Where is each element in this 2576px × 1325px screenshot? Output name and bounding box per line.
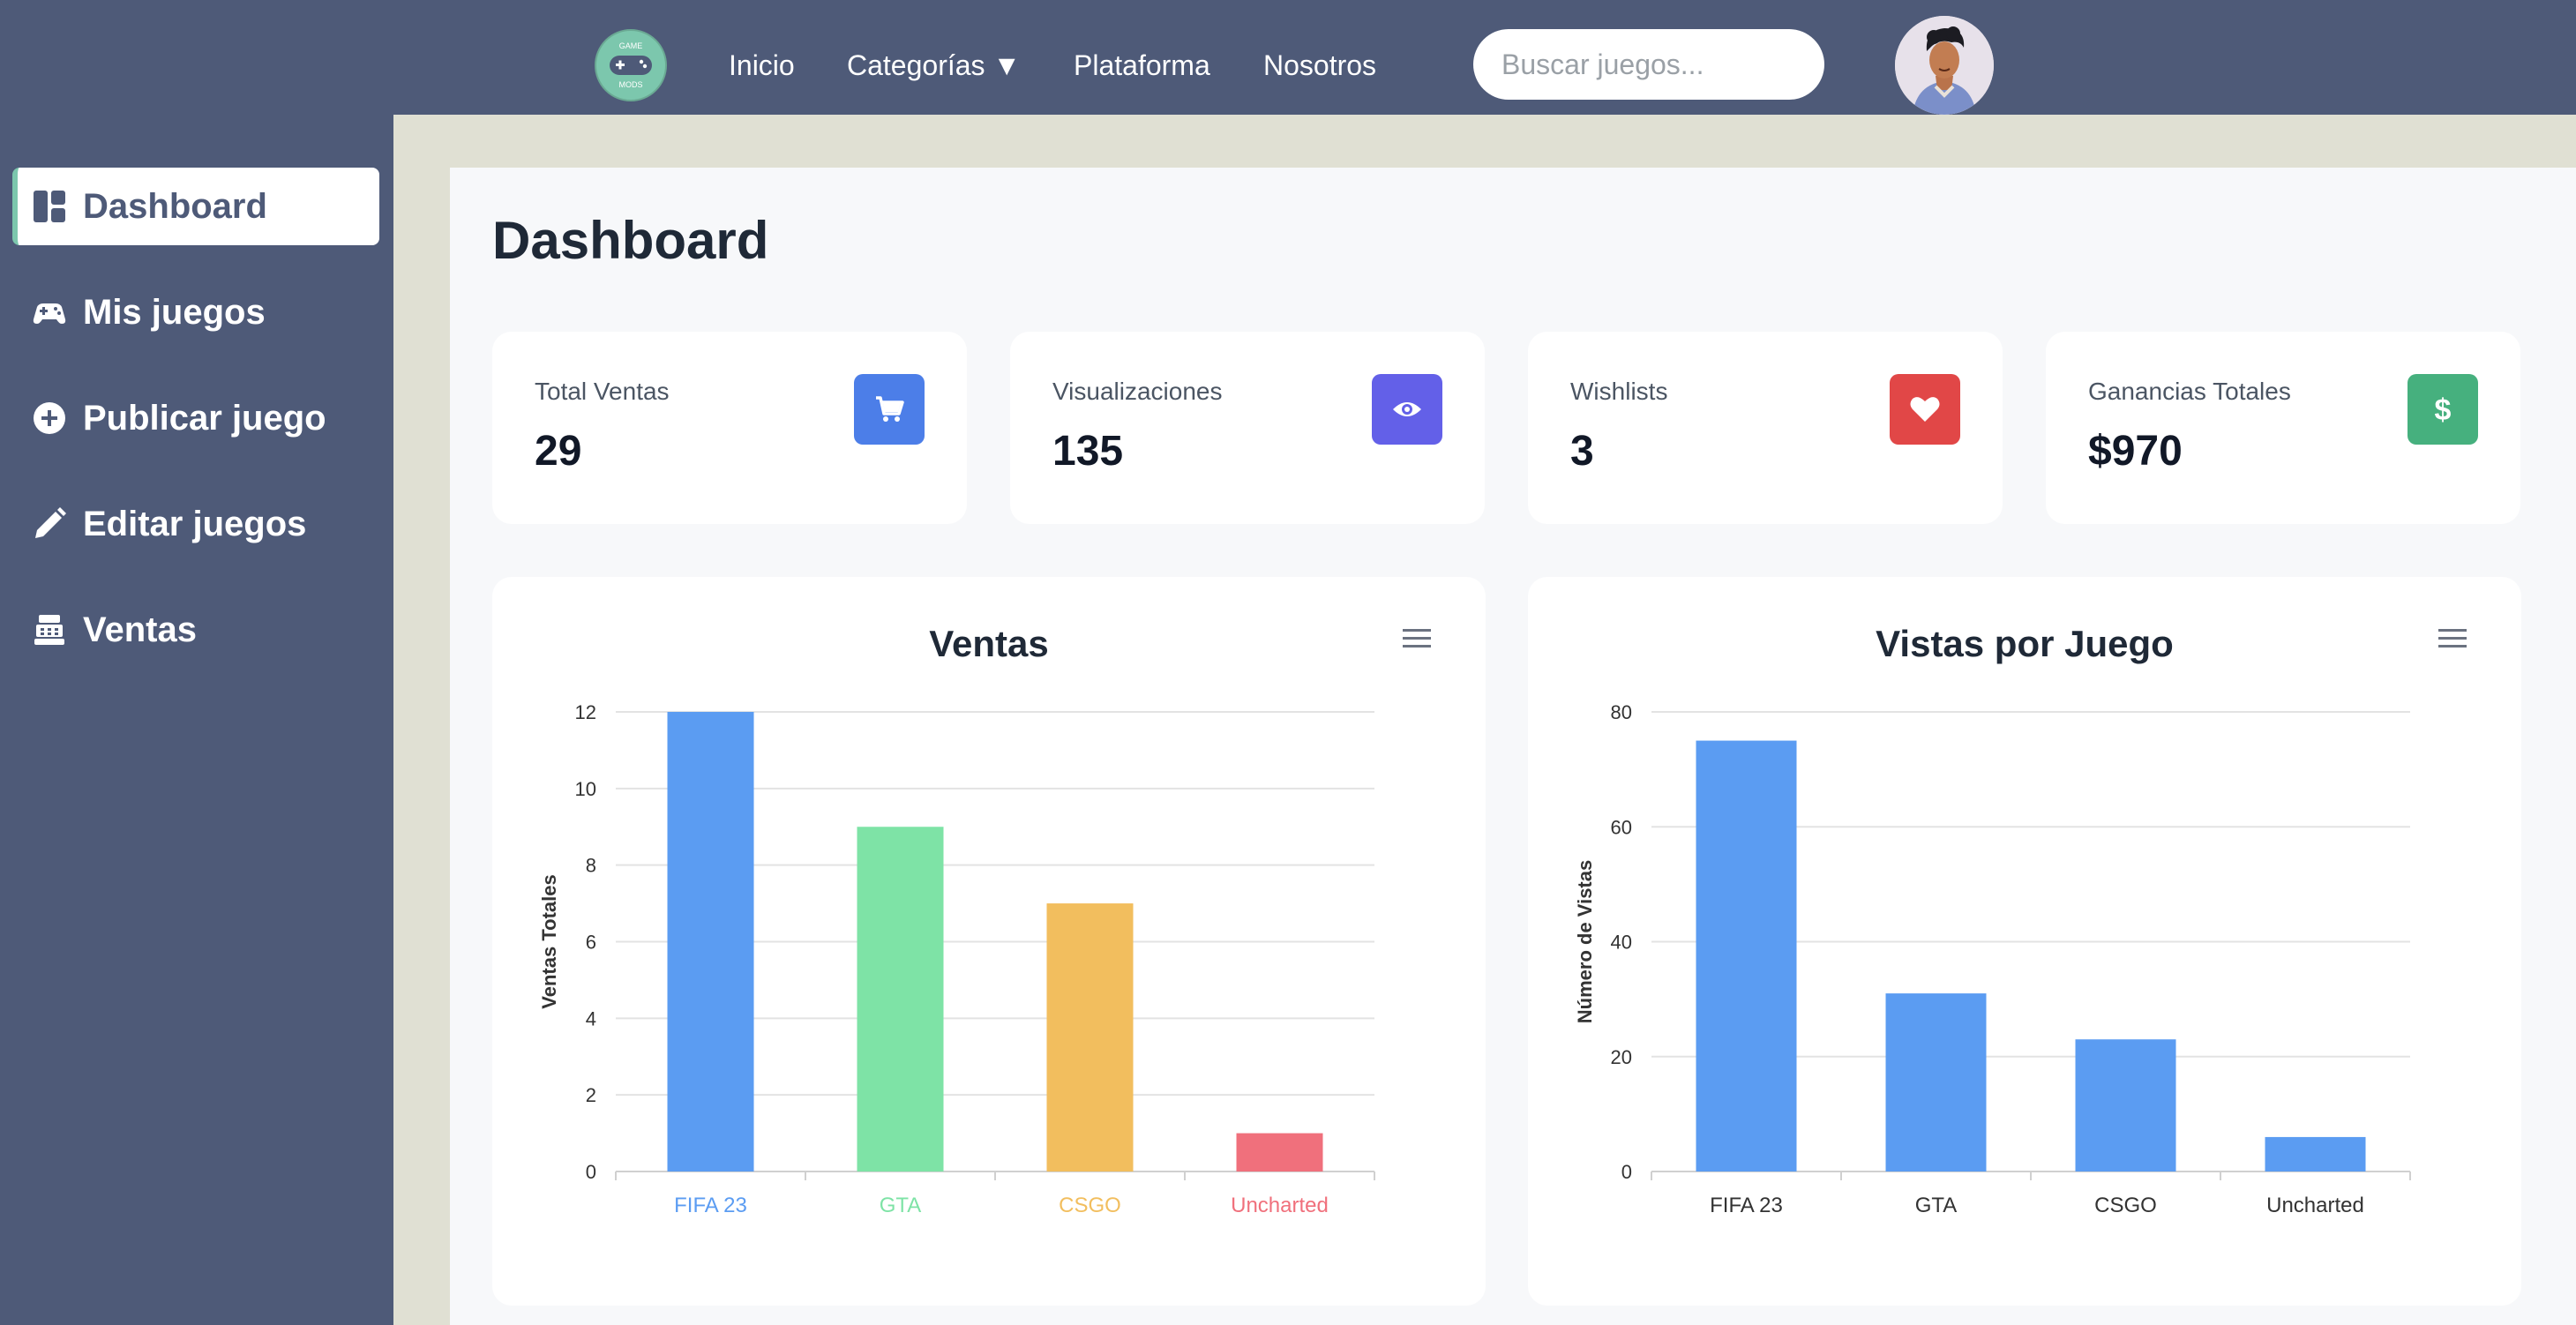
- stat-label: Wishlists: [1570, 378, 1668, 405]
- bar-uncharted: [1236, 1133, 1323, 1172]
- x-tick-label: FIFA 23: [674, 1194, 747, 1217]
- stat-value: 135: [1052, 428, 1124, 475]
- nav-link-inicio[interactable]: Inicio: [729, 46, 795, 85]
- y-axis-label: Número de Vistas: [1574, 860, 1596, 1023]
- stat-card-total-ventas: Total Ventas 29: [492, 332, 967, 524]
- dollar-icon: $: [2408, 374, 2478, 445]
- search-input[interactable]: [1473, 29, 1824, 100]
- nav-link-plataforma[interactable]: Plataforma: [1074, 46, 1210, 85]
- svg-text:MODS: MODS: [619, 80, 643, 89]
- y-tick-label: 6: [586, 932, 596, 954]
- sidebar-item-mis-juegos[interactable]: Mis juegos: [12, 273, 379, 351]
- y-tick-label: 8: [586, 855, 596, 877]
- sidebar-item-label: Publicar juego: [83, 398, 326, 438]
- page-title: Dashboard: [492, 211, 769, 270]
- y-tick-label: 60: [1611, 816, 1632, 838]
- stat-card-visualizaciones: Visualizaciones 135: [1010, 332, 1485, 524]
- sidebar-item-label: Mis juegos: [83, 292, 266, 332]
- gamepad-logo-icon: GAME MODS: [610, 41, 652, 89]
- stat-label: Total Ventas: [535, 378, 670, 405]
- y-tick-label: 2: [586, 1084, 596, 1106]
- chart-card-ventas: Ventas 0 2 4 6 8 10 12 FIFA 23 GTA CSGO Uncharted V…: [492, 577, 1486, 1306]
- nav-link-categorias[interactable]: Categorías ▼: [847, 46, 1021, 85]
- dashboard-icon: [30, 187, 69, 226]
- sidebar-item-editar-juegos[interactable]: Editar juegos: [12, 485, 379, 563]
- heart-icon: [1890, 374, 1960, 445]
- plus-circle-icon: [30, 399, 69, 438]
- sidebar-item-publicar-juego[interactable]: Publicar juego: [12, 379, 379, 457]
- pencil-icon: [30, 505, 69, 543]
- stat-value: 29: [535, 428, 582, 475]
- chart-card-vistas: Vistas por Juego 0 20 40 60 80 FIFA 23 GTA CSGO…: [1528, 577, 2521, 1306]
- stat-label: Ganancias Totales: [2088, 378, 2291, 405]
- y-axis-label: Ventas Totales: [538, 874, 560, 1008]
- top-navbar: GAME MODS Inicio Categorías ▼ Plataforma…: [0, 0, 2576, 115]
- y-tick-label: 0: [586, 1161, 596, 1183]
- y-tick-label: 4: [586, 1007, 596, 1029]
- stat-value: 3: [1570, 428, 1594, 475]
- bar-uncharted: [2265, 1136, 2366, 1172]
- bar-fifa-23: [1696, 740, 1797, 1172]
- x-tick-label: CSGO: [2094, 1194, 2157, 1217]
- gamepad-icon: [30, 293, 69, 332]
- sidebar-item-dashboard[interactable]: Dashboard: [12, 168, 379, 245]
- sidebar-item-label: Ventas: [83, 610, 197, 649]
- svg-text:$: $: [2435, 393, 2452, 425]
- sidebar: Dashboard Mis juegos Publicar juego Edit…: [0, 115, 393, 1325]
- logo[interactable]: GAME MODS: [595, 29, 667, 101]
- bar-fifa-23: [667, 712, 754, 1172]
- sidebar-item-label: Editar juegos: [83, 504, 307, 543]
- avatar[interactable]: [1895, 16, 1994, 115]
- y-tick-label: 20: [1611, 1046, 1632, 1068]
- bar-gta: [857, 827, 944, 1172]
- stat-card-wishlists: Wishlists 3: [1528, 332, 2003, 524]
- cash-register-icon: [30, 610, 69, 649]
- bar-gta: [1885, 993, 1987, 1172]
- user-avatar-icon: [1895, 16, 1994, 115]
- x-tick-label: GTA: [1915, 1194, 1958, 1217]
- x-tick-label: Uncharted: [1231, 1194, 1329, 1217]
- y-tick-label: 80: [1611, 701, 1632, 723]
- svg-text:GAME: GAME: [619, 41, 643, 50]
- bar-chart-ventas: 0 2 4 6 8 10 12 FIFA 23 GTA CSGO Uncharted Ventas T…: [538, 701, 1375, 1217]
- y-tick-label: 0: [1621, 1161, 1632, 1183]
- y-tick-label: 40: [1611, 932, 1632, 954]
- y-tick-label: 12: [575, 701, 596, 723]
- bar-chart-vistas: 0 20 40 60 80 FIFA 23 GTA CSGO Uncharted Número d…: [1574, 701, 2411, 1217]
- y-tick-label: 10: [575, 778, 596, 800]
- stat-value: $970: [2088, 428, 2183, 475]
- x-tick-label: FIFA 23: [1710, 1194, 1783, 1217]
- x-tick-label: Uncharted: [2266, 1194, 2364, 1217]
- stat-label: Visualizaciones: [1052, 378, 1223, 405]
- stat-card-ganancias: Ganancias Totales $970 $: [2046, 332, 2520, 524]
- eye-icon: [1372, 374, 1442, 445]
- bar-csgo: [2075, 1039, 2176, 1172]
- nav-link-nosotros[interactable]: Nosotros: [1263, 46, 1376, 85]
- main-content: Dashboard Total Ventas 29 Visualizacione…: [450, 168, 2576, 1325]
- sidebar-item-ventas[interactable]: Ventas: [12, 591, 379, 669]
- bar-csgo: [1046, 903, 1134, 1172]
- sidebar-item-label: Dashboard: [83, 186, 267, 226]
- x-tick-label: GTA: [880, 1194, 922, 1217]
- cart-icon: [854, 374, 925, 445]
- x-tick-label: CSGO: [1059, 1194, 1121, 1217]
